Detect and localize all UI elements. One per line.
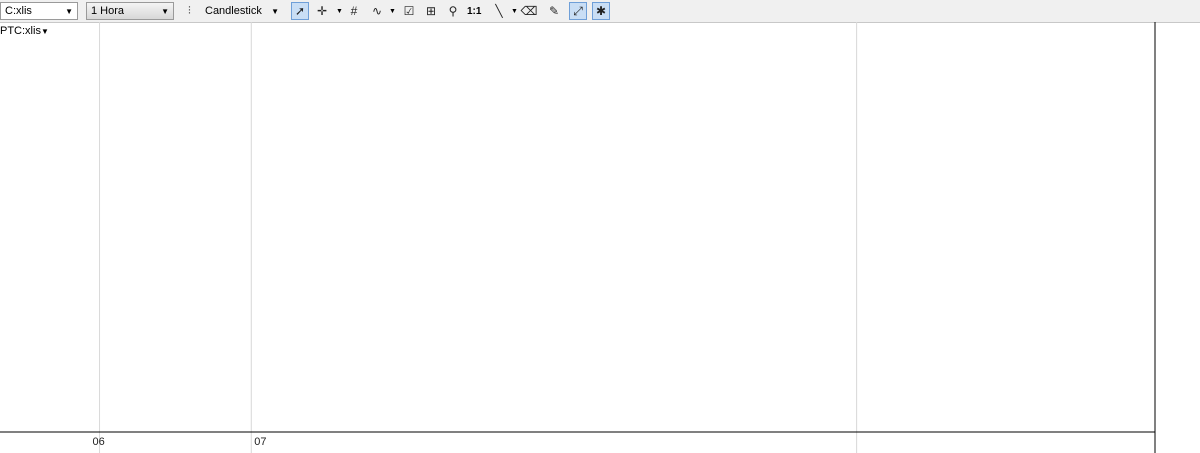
zoom-icon[interactable]: ⚲ [444,2,462,20]
chart-symbol-text: PTC:xlis [0,25,41,37]
chevron-down-icon: ▼ [161,6,169,16]
chart-toolbar: C:xlis ▼ 1 Hora ▼ ⫶ Candlestick ▼ ➚ ✛ ▼ … [0,0,1200,23]
chevron-down-icon: ▼ [271,6,279,16]
time-axis[interactable]: 06 07 [0,431,1155,448]
chevron-down-icon[interactable]: ▼ [389,2,396,20]
crosshair-icon[interactable]: ✛ [313,2,331,20]
candle-settings-icon[interactable]: ✱ [592,2,610,20]
chart-type-selector[interactable]: ⫶ Candlestick ▼ [182,2,284,20]
candlestick-icon: ⫶ [188,4,191,17]
indicator-icon[interactable]: ∿ [368,2,386,20]
chart-symbol-label[interactable]: PTC:xlis▼ [0,25,49,37]
chevron-down-icon: ▼ [40,27,49,36]
paint-icon[interactable]: ✎ [545,2,563,20]
checkbox-icon[interactable]: ☑ [400,2,418,20]
interval-value: 1 Hora [91,5,125,17]
price-axis[interactable]: 6,40006,60006,80007,00007,20007,40007,60… [1154,22,1199,453]
chart-type-value: Candlestick [205,5,262,17]
chevron-down-icon[interactable]: ▼ [336,2,343,20]
interval-selector[interactable]: 1 Hora ▼ [86,2,174,20]
chevron-down-icon: ▼ [65,6,73,16]
cursor-icon[interactable]: ➚ [291,2,309,20]
symbol-selector[interactable]: C:xlis ▼ [0,2,78,20]
scale-label[interactable]: 1:1 [467,2,481,20]
grid-lines [99,22,858,453]
time-tick-label: 07 [254,436,266,448]
trendline-icon[interactable]: ╲ [490,2,508,20]
grid-icon[interactable]: # [345,2,363,20]
chevron-down-icon[interactable]: ▼ [511,2,518,20]
price-chart[interactable]: 6,40006,60006,80007,00007,20007,40007,60… [0,22,1200,453]
eraser-icon[interactable]: ⌫ [520,2,538,20]
time-tick-label: 06 [93,436,105,448]
zoom-box-icon[interactable]: ⊞ [422,2,440,20]
symbol-value: C:xlis [5,5,32,17]
autoscale-icon[interactable]: ⤢ [569,2,587,20]
